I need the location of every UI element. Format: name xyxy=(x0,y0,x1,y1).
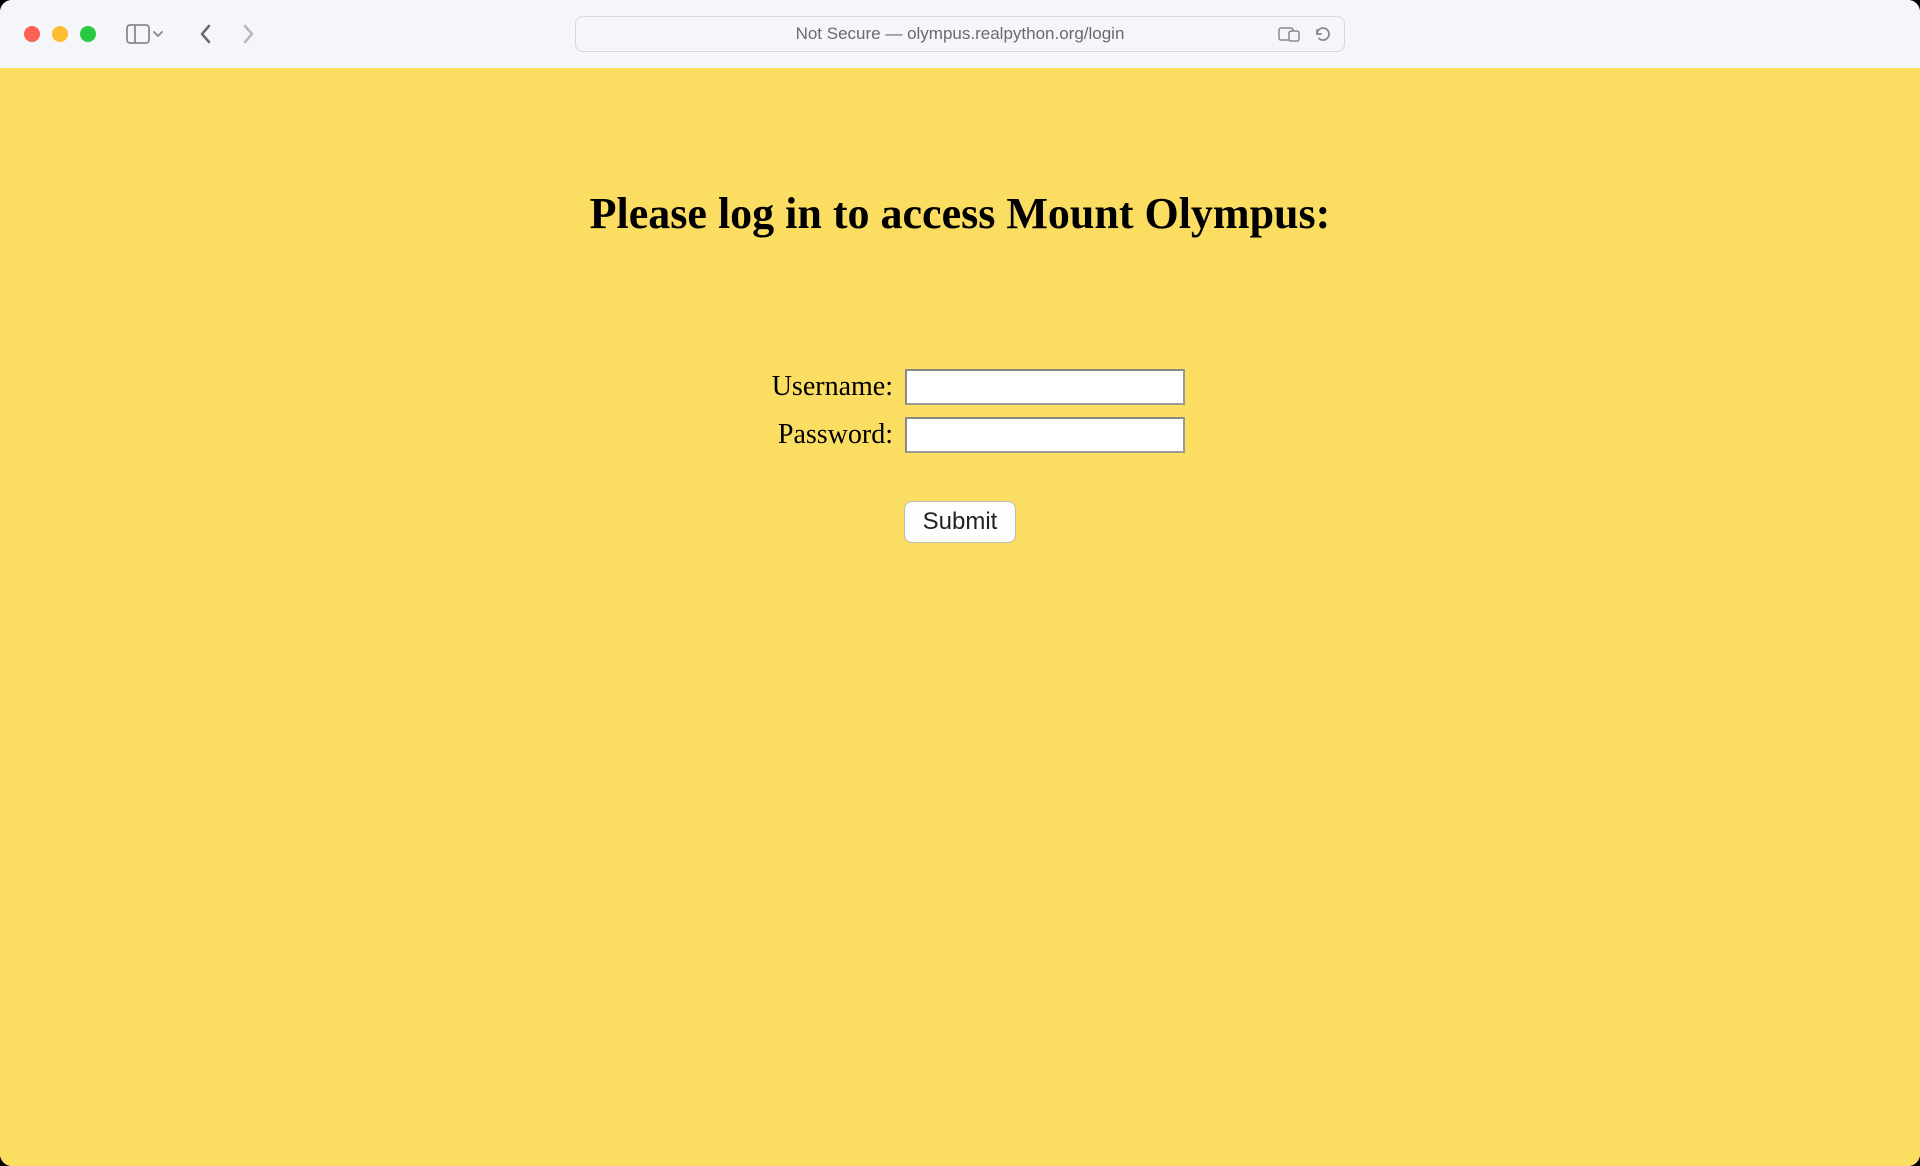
browser-toolbar: Not Secure — olympus.realpython.org/logi… xyxy=(0,0,1920,68)
chevron-down-icon xyxy=(152,28,164,40)
sidebar-toggle-button[interactable] xyxy=(126,24,164,44)
username-row: Username: xyxy=(735,369,1185,405)
browser-window: Not Secure — olympus.realpython.org/logi… xyxy=(0,0,1920,1166)
username-label: Username: xyxy=(735,371,905,403)
chevron-right-icon xyxy=(240,22,256,46)
chevron-left-icon xyxy=(198,22,214,46)
submit-row: Submit xyxy=(735,501,1185,543)
address-bar-actions xyxy=(1278,25,1332,43)
sidebar-icon xyxy=(126,24,150,44)
password-row: Password: xyxy=(735,417,1185,453)
login-form: Username: Password: Submit xyxy=(735,369,1185,543)
window-controls xyxy=(24,26,96,42)
navigation-arrows xyxy=(194,22,260,46)
address-bar-text: Not Secure — olympus.realpython.org/logi… xyxy=(796,24,1125,44)
maximize-window-button[interactable] xyxy=(80,26,96,42)
close-window-button[interactable] xyxy=(24,26,40,42)
reload-icon[interactable] xyxy=(1314,25,1332,43)
password-label: Password: xyxy=(735,419,905,451)
address-bar[interactable]: Not Secure — olympus.realpython.org/logi… xyxy=(575,16,1345,52)
minimize-window-button[interactable] xyxy=(52,26,68,42)
back-button[interactable] xyxy=(194,22,218,46)
forward-button[interactable] xyxy=(236,22,260,46)
password-input[interactable] xyxy=(905,417,1185,453)
submit-button[interactable]: Submit xyxy=(904,501,1017,543)
page-title: Please log in to access Mount Olympus: xyxy=(0,188,1920,239)
reader-icon[interactable] xyxy=(1278,26,1300,42)
username-input[interactable] xyxy=(905,369,1185,405)
page-body: Please log in to access Mount Olympus: U… xyxy=(0,68,1920,1166)
